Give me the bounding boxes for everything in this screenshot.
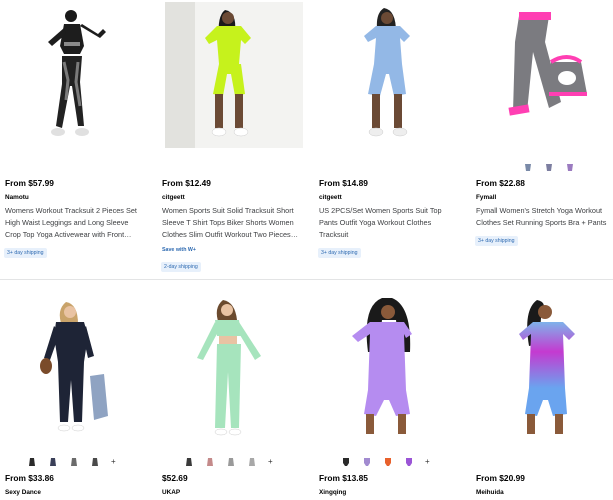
- color-swatch[interactable]: [523, 162, 533, 172]
- color-swatch[interactable]: [27, 457, 37, 467]
- more-colors-indicator[interactable]: +: [111, 457, 116, 467]
- product-price: From $57.99: [5, 178, 54, 188]
- seller-name: Fymall: [476, 194, 497, 201]
- color-swatches: [523, 162, 575, 172]
- product-image[interactable]: [479, 2, 613, 148]
- color-swatch[interactable]: [544, 162, 554, 172]
- seller-name: Xingqing: [319, 489, 347, 496]
- product-card[interactable]: From $12.49 citgeett Women Sports Suit S…: [157, 0, 309, 278]
- color-swatch[interactable]: [69, 457, 79, 467]
- product-image-graphic: [322, 2, 460, 148]
- shipping-badge: 3+ day shipping: [318, 248, 361, 258]
- product-image-graphic: [8, 2, 146, 148]
- product-price: $52.69: [162, 473, 188, 483]
- product-card[interactable]: From $57.99 Namotu Womens Workout Tracks…: [0, 0, 152, 278]
- color-swatches: +: [341, 457, 430, 467]
- color-swatch[interactable]: [362, 457, 372, 467]
- color-swatch[interactable]: [247, 457, 257, 467]
- product-image[interactable]: [165, 2, 303, 148]
- color-swatch[interactable]: [565, 162, 575, 172]
- product-image[interactable]: [322, 2, 460, 148]
- walmart-plus-promo: Save with W+: [162, 247, 196, 253]
- product-title[interactable]: Womens Workout Tracksuit 2 Pieces Set Hi…: [5, 205, 145, 242]
- shipping-badge: 3+ day shipping: [475, 236, 518, 246]
- product-price: From $12.49: [162, 178, 211, 188]
- shipping-badge: 3+ day shipping: [4, 248, 47, 258]
- product-price: From $20.99: [476, 473, 525, 483]
- product-image[interactable]: [8, 2, 146, 148]
- product-card[interactable]: From $20.99 Meihuida: [471, 290, 613, 500]
- product-title[interactable]: Fymall Women's Stretch Yoga Workout Clot…: [476, 205, 613, 229]
- product-price: From $22.88: [476, 178, 525, 188]
- product-image-graphic: [479, 2, 613, 148]
- more-colors-indicator[interactable]: +: [425, 457, 430, 467]
- color-swatch[interactable]: [90, 457, 100, 467]
- color-swatches: +: [27, 457, 116, 467]
- color-swatch[interactable]: [404, 457, 414, 467]
- product-image-graphic: [322, 296, 460, 442]
- product-price: From $33.86: [5, 473, 54, 483]
- product-card[interactable]: From $22.88 Fymall Fymall Women's Stretc…: [471, 0, 613, 278]
- seller-name: Namotu: [5, 194, 29, 201]
- seller-name: UKAP: [162, 489, 181, 496]
- product-price: From $13.85: [319, 473, 368, 483]
- product-card[interactable]: From $14.89 citgeett US 2PCS/Set Women S…: [314, 0, 466, 278]
- product-card[interactable]: + From $13.85 Xingqing: [314, 290, 466, 500]
- product-image[interactable]: [8, 296, 146, 442]
- seller-name: Sexy Dance: [5, 489, 41, 496]
- seller-name: citgeett: [162, 194, 185, 201]
- product-price: From $14.89: [319, 178, 368, 188]
- product-title[interactable]: US 2PCS/Set Women Sports Suit Top Pants …: [319, 205, 459, 242]
- product-image-graphic: [165, 2, 303, 148]
- color-swatch[interactable]: [341, 457, 351, 467]
- color-swatches: +: [184, 457, 273, 467]
- color-swatch[interactable]: [205, 457, 215, 467]
- shipping-badge: 2-day shipping: [161, 262, 201, 272]
- product-card[interactable]: + $52.69 UKAP: [157, 290, 309, 500]
- color-swatch[interactable]: [48, 457, 58, 467]
- product-image-graphic: [479, 296, 613, 442]
- product-card[interactable]: + From $33.86 Sexy Dance: [0, 290, 152, 500]
- product-title[interactable]: Women Sports Suit Solid Tracksuit Short …: [162, 205, 302, 242]
- more-colors-indicator[interactable]: +: [268, 457, 273, 467]
- color-swatch[interactable]: [184, 457, 194, 467]
- seller-name: Meihuida: [476, 489, 504, 496]
- row-divider: [0, 279, 613, 280]
- product-image[interactable]: [322, 296, 460, 442]
- product-image-graphic: [165, 296, 303, 442]
- product-image[interactable]: [479, 296, 613, 442]
- color-swatch[interactable]: [383, 457, 393, 467]
- product-image[interactable]: [165, 296, 303, 442]
- seller-name: citgeett: [319, 194, 342, 201]
- color-swatch[interactable]: [226, 457, 236, 467]
- product-image-graphic: [8, 296, 146, 442]
